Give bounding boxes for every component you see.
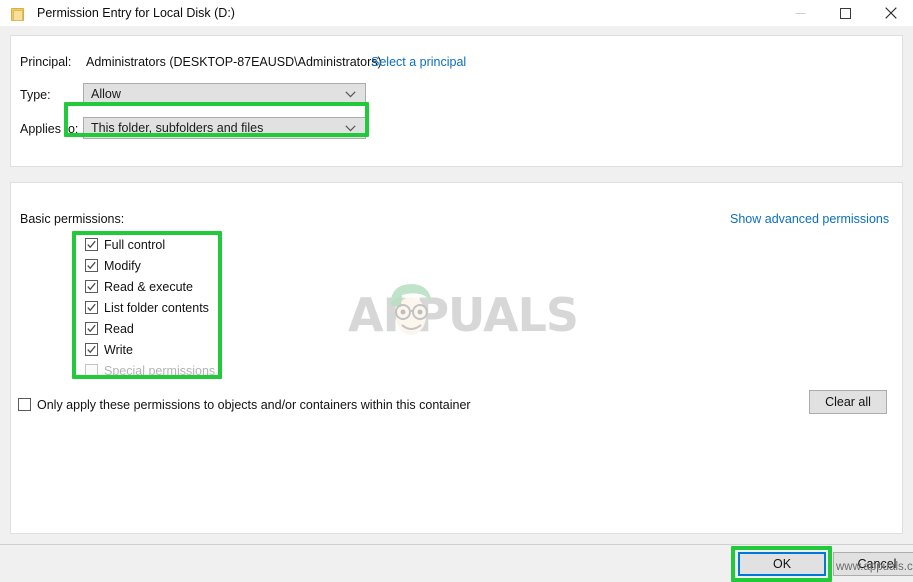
close-icon (884, 7, 897, 19)
type-label: Type: (20, 88, 51, 102)
permission-checkbox-write[interactable] (85, 343, 98, 356)
chevron-down-icon (345, 90, 356, 97)
checkmark-icon (87, 345, 96, 354)
chevron-down-icon (345, 124, 356, 131)
show-advanced-permissions-link[interactable]: Show advanced permissions (730, 212, 889, 226)
type-dropdown[interactable]: Allow (83, 83, 366, 105)
checkmark-icon (87, 303, 96, 312)
permission-checkbox-special-permissions (85, 364, 98, 377)
permission-label-modify: Modify (104, 258, 141, 273)
select-a-principal-link[interactable]: Select a principal (371, 55, 466, 69)
permission-label-read-execute: Read & execute (104, 279, 193, 294)
window-controls (778, 0, 913, 26)
permission-checkbox-modify[interactable] (85, 259, 98, 272)
close-button[interactable] (868, 0, 913, 26)
permission-checkbox-read[interactable] (85, 322, 98, 335)
minimize-button[interactable] (778, 0, 823, 26)
minimize-icon (795, 12, 806, 14)
window-titlebar: Permission Entry for Local Disk (D:) (0, 0, 913, 26)
permission-checkbox-list-folder-contents[interactable] (85, 301, 98, 314)
applies-to-dropdown[interactable]: This folder, subfolders and files (83, 117, 366, 139)
permission-label-write: Write (104, 342, 133, 357)
checkmark-icon (87, 324, 96, 333)
applies-to-dropdown-value: This folder, subfolders and files (91, 121, 264, 135)
permission-label-read: Read (104, 321, 134, 336)
permission-label-full-control: Full control (104, 237, 166, 252)
checkmark-icon (87, 282, 96, 291)
permission-row-modify[interactable]: Modify (85, 256, 141, 275)
permission-row-list-folder-contents[interactable]: List folder contents (85, 298, 209, 317)
checkmark-icon (87, 261, 96, 270)
permission-row-full-control[interactable]: Full control (85, 235, 165, 254)
dialog-body: Principal: Administrators (DESKTOP-87EAU… (0, 26, 913, 544)
clear-all-button[interactable]: Clear all (809, 390, 887, 414)
folder-icon (9, 5, 25, 21)
only-apply-label: Only apply these permissions to objects … (37, 397, 471, 412)
only-apply-row[interactable]: Only apply these permissions to objects … (18, 395, 471, 414)
type-dropdown-value: Allow (91, 87, 121, 101)
only-apply-checkbox[interactable] (18, 398, 31, 411)
permission-label-special-permissions: Special permissions (104, 363, 216, 378)
permission-label-list-folder-contents: List folder contents (104, 300, 209, 315)
permissions-panel: Basic permissions: Show advanced permiss… (10, 182, 903, 534)
principal-label: Principal: (20, 55, 72, 69)
window-title: Permission Entry for Local Disk (D:) (37, 6, 235, 20)
permission-row-special-permissions: Special permissions (85, 361, 215, 380)
maximize-icon (840, 7, 851, 19)
dialog-footer: OK Cancel (0, 544, 913, 582)
permission-row-read[interactable]: Read (85, 319, 134, 338)
principal-panel: Principal: Administrators (DESKTOP-87EAU… (10, 35, 903, 167)
cancel-button[interactable]: Cancel (833, 552, 913, 576)
basic-permissions-heading: Basic permissions: (20, 212, 125, 226)
applies-to-label: Applies to: (20, 122, 79, 136)
maximize-button[interactable] (823, 0, 868, 26)
principal-value: Administrators (DESKTOP-87EAUSD\Administ… (86, 55, 382, 69)
permission-row-read-execute[interactable]: Read & execute (85, 277, 193, 296)
checkmark-icon (87, 240, 96, 249)
permission-row-write[interactable]: Write (85, 340, 133, 359)
permission-checkbox-read-execute[interactable] (85, 280, 98, 293)
permission-checkbox-full-control[interactable] (85, 238, 98, 251)
ok-button[interactable]: OK (738, 552, 826, 576)
